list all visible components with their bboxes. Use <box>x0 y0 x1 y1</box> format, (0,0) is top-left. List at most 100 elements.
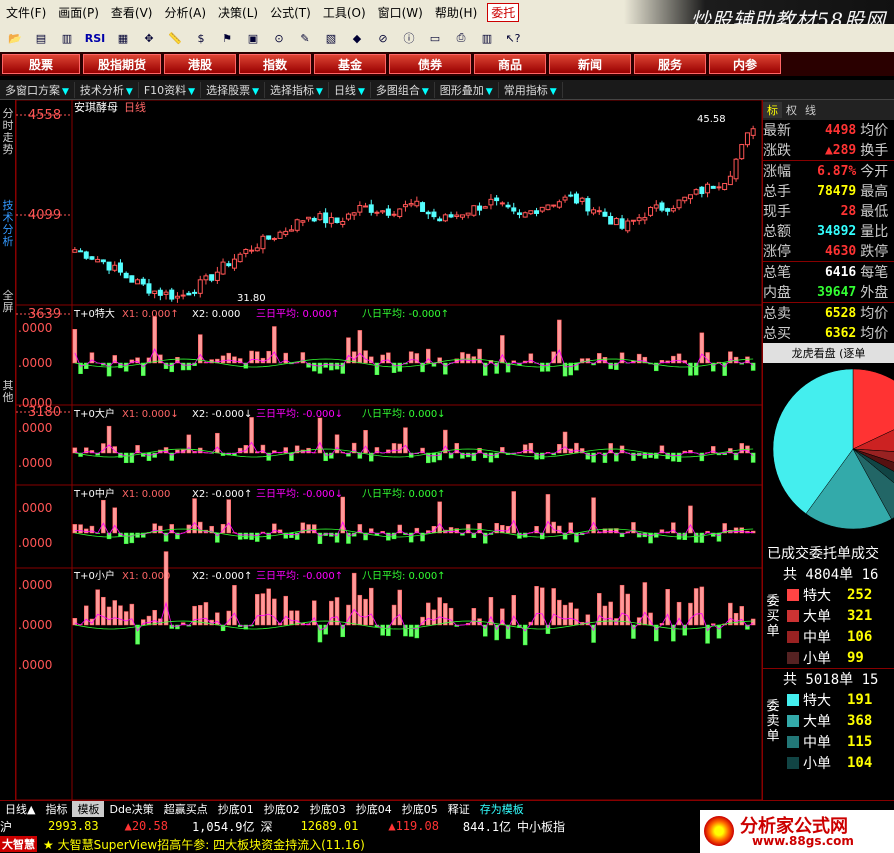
stop-icon[interactable]: ⊘ <box>372 28 394 48</box>
up-candle <box>682 196 688 202</box>
menu-item[interactable]: 画面(P) <box>52 4 105 21</box>
table-icon[interactable]: ▦ <box>112 28 134 48</box>
chart-icon[interactable]: ▣ <box>242 28 264 48</box>
news-ticker[interactable]: ★ 大智慧SuperView招高午参: 四大板块资金持流入(11.16) <box>43 836 365 853</box>
menu-item[interactable]: 分析(A) <box>158 4 212 21</box>
toolbar-dropdown[interactable]: F10资料 ▼ <box>139 81 202 98</box>
toolbar-dropdown[interactable]: 常用指标 ▼ <box>499 81 563 98</box>
quote-list-icon[interactable]: ▤ <box>30 28 52 48</box>
tab-other[interactable]: 其他 <box>0 380 16 404</box>
down-candle <box>334 217 340 223</box>
tab-technical[interactable]: 技术分析 <box>0 200 16 248</box>
chart-area[interactable]: 安琪酵母 日线455840993639318031.8045.58T+0特大 X1:… <box>16 100 762 800</box>
up-candle <box>556 201 562 208</box>
flag-icon[interactable]: ⚑ <box>216 28 238 48</box>
app-logo[interactable]: 大智慧 <box>0 836 37 852</box>
open-folder-icon[interactable]: 📂 <box>4 28 26 48</box>
positive-bar <box>397 589 402 626</box>
formula-tab[interactable]: 模板 <box>72 801 105 817</box>
menu-item[interactable]: 委托 <box>487 2 520 22</box>
positive-bar <box>545 494 551 534</box>
formula-tab[interactable]: 抄底01 <box>213 801 259 817</box>
positive-bar <box>500 525 505 534</box>
kline-icon[interactable]: ▥ <box>56 28 78 48</box>
move-icon[interactable]: ✥ <box>138 28 160 48</box>
formula-tab[interactable]: 释证 <box>443 801 475 817</box>
tab-intraday[interactable]: 分时走势 <box>0 108 16 156</box>
help-cursor-icon[interactable]: ↖? <box>502 28 524 48</box>
ruler-icon[interactable]: 📏 <box>164 28 186 48</box>
menu-item[interactable]: 文件(F) <box>0 4 52 21</box>
quote-value: 28 <box>840 203 857 219</box>
order-value: 99 <box>847 649 864 666</box>
rsi-button[interactable]: RSI <box>82 28 108 48</box>
books-icon[interactable]: ▥ <box>476 28 498 48</box>
formula-tab[interactable]: 抄底05 <box>397 801 443 817</box>
formula-tab[interactable]: 抄底03 <box>305 801 351 817</box>
positive-bar <box>426 602 431 626</box>
dropdown-arrow-icon: ▼ <box>125 86 133 97</box>
diamond-icon[interactable]: ◆ <box>346 28 368 48</box>
formula-tab[interactable]: 抄底04 <box>351 801 397 817</box>
nav-button[interactable]: 服务 <box>634 54 706 74</box>
formula-tab[interactable]: 存为模板 <box>475 801 529 817</box>
nav-button[interactable]: 债券 <box>389 54 471 74</box>
positive-bar <box>608 601 613 626</box>
up-candle <box>254 247 260 252</box>
print-icon[interactable]: ⎙ <box>450 28 472 48</box>
positive-bar <box>186 434 192 454</box>
nav-button[interactable]: 商品 <box>474 54 546 74</box>
nav-button[interactable]: 股票 <box>2 54 80 74</box>
positive-bar <box>597 353 602 364</box>
positive-bar <box>357 330 363 364</box>
order-color-swatch <box>787 735 799 748</box>
menu-item[interactable]: 决策(L) <box>212 4 264 21</box>
calendar-icon[interactable]: ▧ <box>320 28 342 48</box>
menu-item[interactable]: 公式(T) <box>264 4 317 21</box>
nav-button[interactable]: 内参 <box>709 54 781 74</box>
toolbar-dropdown[interactable]: 选择指标 ▼ <box>265 81 329 98</box>
indicator-tick-label: .0000 <box>18 501 52 515</box>
menu-item[interactable]: 帮助(H) <box>429 4 483 21</box>
nav-button[interactable]: 港股 <box>164 54 236 74</box>
nav-button[interactable]: 股指期货 <box>83 54 161 74</box>
menu-item[interactable]: 工具(O) <box>317 4 372 21</box>
sh-index[interactable]: 2993.83 <box>48 819 99 833</box>
formula-tab[interactable]: 超赢买点 <box>159 801 213 817</box>
positive-bar <box>437 597 442 626</box>
nav-button[interactable]: 新闻 <box>549 54 631 74</box>
pin-icon[interactable]: ✎ <box>294 28 316 48</box>
info-icon[interactable]: ⓘ <box>398 28 420 48</box>
buy-orders: 委买单 共 4804单 16 特大 252 大单 321 中单 106 小单 99 <box>763 564 894 668</box>
menu-item[interactable]: 窗口(W) <box>372 4 429 21</box>
dragon-tiger-title[interactable]: 龙虎看盘 (逐单 <box>763 343 894 363</box>
quote-label: 总手 <box>763 184 791 200</box>
positive-bar <box>203 602 209 626</box>
tab-rights[interactable]: 权 <box>782 102 801 118</box>
sme-index-label[interactable]: 中小板指 <box>517 818 565 835</box>
toolbar-dropdown[interactable]: 多图组合 ▼ <box>371 81 435 98</box>
positive-bar <box>465 353 471 364</box>
window-icon[interactable]: ▭ <box>424 28 446 48</box>
nav-button[interactable]: 基金 <box>314 54 386 74</box>
formula-tab[interactable]: 抄底02 <box>259 801 305 817</box>
dollar-icon[interactable]: $ <box>190 28 212 48</box>
formula-tab[interactable]: Dde决策 <box>104 801 158 817</box>
toolbar-dropdown[interactable]: 日线 ▼ <box>329 81 371 98</box>
tab-fullscreen[interactable]: 全屏 <box>0 290 16 314</box>
positive-bar <box>72 524 78 534</box>
toolbar-dropdown[interactable]: 选择股票 ▼ <box>201 81 266 98</box>
toolbar-dropdown[interactable]: 图形叠加 ▼ <box>435 81 499 98</box>
tab-mark[interactable]: 标 <box>763 102 782 118</box>
sz-index[interactable]: 12689.01 <box>301 819 359 833</box>
positive-bar <box>437 501 442 534</box>
binoculars-icon[interactable]: ⊙ <box>268 28 290 48</box>
nav-button[interactable]: 指数 <box>239 54 311 74</box>
toolbar-dropdown[interactable]: 多窗口方案 ▼ <box>0 81 75 98</box>
tab-line[interactable]: 线 <box>801 102 820 118</box>
up-candle <box>454 214 460 217</box>
menu-item[interactable]: 查看(V) <box>105 4 159 21</box>
formula-tab[interactable]: 日线▲ <box>0 801 40 817</box>
toolbar-dropdown[interactable]: 技术分析 ▼ <box>75 81 139 98</box>
formula-tab[interactable]: 指标 <box>40 801 72 817</box>
